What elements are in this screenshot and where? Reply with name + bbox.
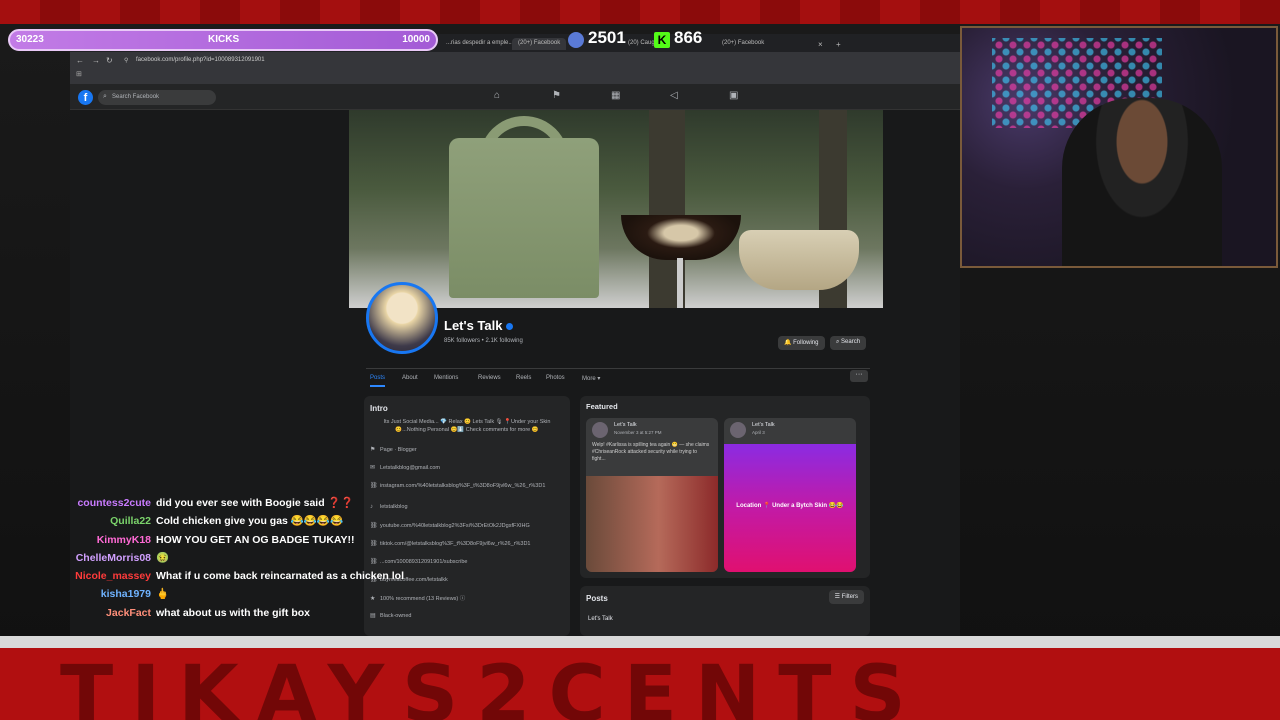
pages-icon[interactable]: ⚑ xyxy=(552,90,561,101)
ad-center-icon[interactable]: ◁ xyxy=(670,90,678,101)
tab-2[interactable]: (20+) Facebook xyxy=(512,38,567,50)
bookmarks-bar: ⊞ xyxy=(70,70,960,84)
viewers-icon xyxy=(568,32,584,48)
kicks-label: KICKS xyxy=(208,34,240,45)
kicks-goal: 10000 xyxy=(402,34,430,45)
kicks-goal-bar: 30223 KICKS 10000 xyxy=(8,29,438,51)
home-icon[interactable]: ⌂ xyxy=(494,90,500,101)
kick-logo-icon: K xyxy=(654,32,670,48)
chat-message: kisha1979 🖕 xyxy=(100,588,170,601)
search-icon: ⌕ xyxy=(103,93,107,100)
verified-badge-icon xyxy=(506,323,514,331)
chat-message: KimmyK18 HOW YOU GET AN OG BADGE TUKAY!! xyxy=(96,533,355,546)
site-info-icon[interactable]: ⚲ xyxy=(124,57,128,64)
intro-row-subscribe[interactable]: ⛓ ...com/100089312091901/subscribe xyxy=(370,558,467,565)
events-icon[interactable]: ▣ xyxy=(729,90,738,101)
facebook-navbar: f ⌕ Search Facebook ⌂ ⚑ ▦ ◁ ▣ xyxy=(70,84,960,110)
more-options-icon[interactable]: ··· xyxy=(850,370,868,382)
apps-icon[interactable]: ⊞ xyxy=(76,71,82,78)
featured-item-1[interactable]: Let's Talk November 3 at 5:27 PM Welp! #… xyxy=(586,418,718,572)
featured-title: Featured xyxy=(586,402,618,411)
posts-card: Posts ☰ Filters Let's Talk xyxy=(580,586,870,636)
tab-photos[interactable]: Photos xyxy=(546,375,565,381)
facebook-search-input[interactable]: ⌕ Search Facebook xyxy=(98,90,216,105)
back-icon[interactable]: ← xyxy=(76,56,84,65)
stream-overlay: ...rias despedir a emple... (20+) Facebo… xyxy=(0,0,1280,720)
top-strip xyxy=(0,0,1280,24)
chat-message: ChelleMorris08 🤢 xyxy=(75,551,170,564)
new-tab-icon[interactable]: + xyxy=(830,38,847,50)
link-icon: ⛓ xyxy=(370,541,378,547)
mail-icon: ✉ xyxy=(370,465,376,471)
page-search-button[interactable]: ⌕ Search xyxy=(830,336,867,350)
tab-about[interactable]: About xyxy=(402,375,418,381)
avatar xyxy=(592,422,608,438)
tab-reels[interactable]: Reels xyxy=(516,375,531,381)
lock-icon: ▤ xyxy=(370,613,376,619)
close-tab-icon[interactable]: × xyxy=(812,38,829,50)
kicks-count: 30223 xyxy=(16,34,44,45)
intro-row-reviews[interactable]: ★ 100% recommend (13 Reviews) ⓘ xyxy=(370,594,465,602)
tab-1[interactable]: ...rias despedir a emple... xyxy=(440,38,519,50)
follower-stats[interactable]: 85K followers • 2.1K following xyxy=(444,338,523,344)
intro-row-black-owned: ▤ Black-owned xyxy=(370,613,412,619)
following-button[interactable]: 🔔 Following xyxy=(778,336,825,350)
intro-row-instagram[interactable]: ⛓ instagram.com/%40letstalksblog%3F_t%3D8… xyxy=(370,482,545,489)
chat-message: countess2cute did you ever see with Boogi… xyxy=(77,497,354,509)
featured-image xyxy=(586,476,718,572)
kick-count: 866 xyxy=(674,28,703,47)
intro-row-category: ⚑ Page · Blogger xyxy=(370,447,417,453)
profile-picture[interactable] xyxy=(366,282,438,354)
chat-message: Quilla22 Cold chicken give you gas 😂😂😂😂 xyxy=(110,515,344,528)
intro-row-tiktok[interactable]: ⛓ tiktok.com/@letstalksblog%3F_t%3D8oF9jv… xyxy=(370,540,530,547)
post-author[interactable]: Let's Talk xyxy=(588,616,613,622)
featured-text: Welp! #Karlissa is spilling tea again 😬 … xyxy=(592,442,710,462)
avatar xyxy=(730,422,746,438)
facebook-logo-icon[interactable]: f xyxy=(78,90,93,105)
link-icon: ⛓ xyxy=(370,483,378,489)
featured-item-2[interactable]: Let's Talk April 3 Location 📍 Under a By… xyxy=(724,418,856,572)
intro-row-youtube[interactable]: ⛓ youtube.com/%40letstalkblog2%3Fsi%3DrEt… xyxy=(370,522,530,529)
bottom-banner: TIKAYS2CENTS xyxy=(0,636,1280,720)
viewer-count: 2501 xyxy=(588,28,626,47)
chat-message: JackFact what about us with the gift box xyxy=(106,606,310,619)
intro-card: Intro Its Just Social Media... 💎 Relax 😊… xyxy=(364,396,570,636)
tab-posts[interactable]: Posts xyxy=(370,375,386,387)
chat-message: Nicole_massey What if u come back reincar… xyxy=(75,570,405,583)
channel-banner-text: TIKAYS2CENTS xyxy=(60,650,924,720)
featured-card: Featured Let's Talk November 3 at 5:27 P… xyxy=(580,396,870,578)
star-icon: ★ xyxy=(370,596,376,602)
chat-overlay: countess2cute did you ever see with Boogi… xyxy=(70,494,405,622)
posts-title: Posts xyxy=(586,594,608,603)
featured-date: November 3 at 5:27 PM xyxy=(614,430,662,435)
tiktok-icon: ♪ xyxy=(370,504,373,510)
intro-title: Intro xyxy=(370,404,388,413)
url-bar: ← → ↻ ⚲ facebook.com/profile.php?id=1000… xyxy=(70,52,960,70)
marketplace-icon[interactable]: ▦ xyxy=(611,90,620,101)
intro-row-tiktok-handle[interactable]: ♪ letstalkblog xyxy=(370,504,408,510)
flag-icon: ⚑ xyxy=(370,447,376,453)
featured-author: Let's Talk xyxy=(752,422,775,428)
page-name: Let's Talk xyxy=(444,318,514,333)
tab-mentions[interactable]: Mentions xyxy=(434,375,458,381)
forward-icon[interactable]: → xyxy=(92,56,100,65)
featured-text-post: Location 📍 Under a Bytch Skin 😂😂 xyxy=(724,444,856,572)
intro-row-email[interactable]: ✉ Letstalkblog@gmail.com xyxy=(370,464,440,471)
url-input[interactable]: facebook.com/profile.php?id=100089312091… xyxy=(136,57,265,63)
filters-button[interactable]: ☰ Filters xyxy=(828,590,864,604)
tab-4[interactable]: (20+) Facebook xyxy=(716,38,770,50)
tab-reviews[interactable]: Reviews xyxy=(478,375,501,381)
tab-more[interactable]: More ▾ xyxy=(582,375,600,382)
link-icon: ⛓ xyxy=(370,523,378,529)
profile-tabs: Posts About Mentions Reviews Reels Photo… xyxy=(366,368,870,388)
reload-icon[interactable]: ↻ xyxy=(106,56,113,65)
featured-date: April 3 xyxy=(752,430,765,435)
link-icon: ⛓ xyxy=(370,559,378,565)
cover-photo[interactable] xyxy=(349,110,883,308)
intro-bio: Its Just Social Media... 💎 Relax 😊 Lets … xyxy=(383,419,551,433)
webcam-feed xyxy=(960,26,1278,268)
featured-author: Let's Talk xyxy=(614,422,637,428)
